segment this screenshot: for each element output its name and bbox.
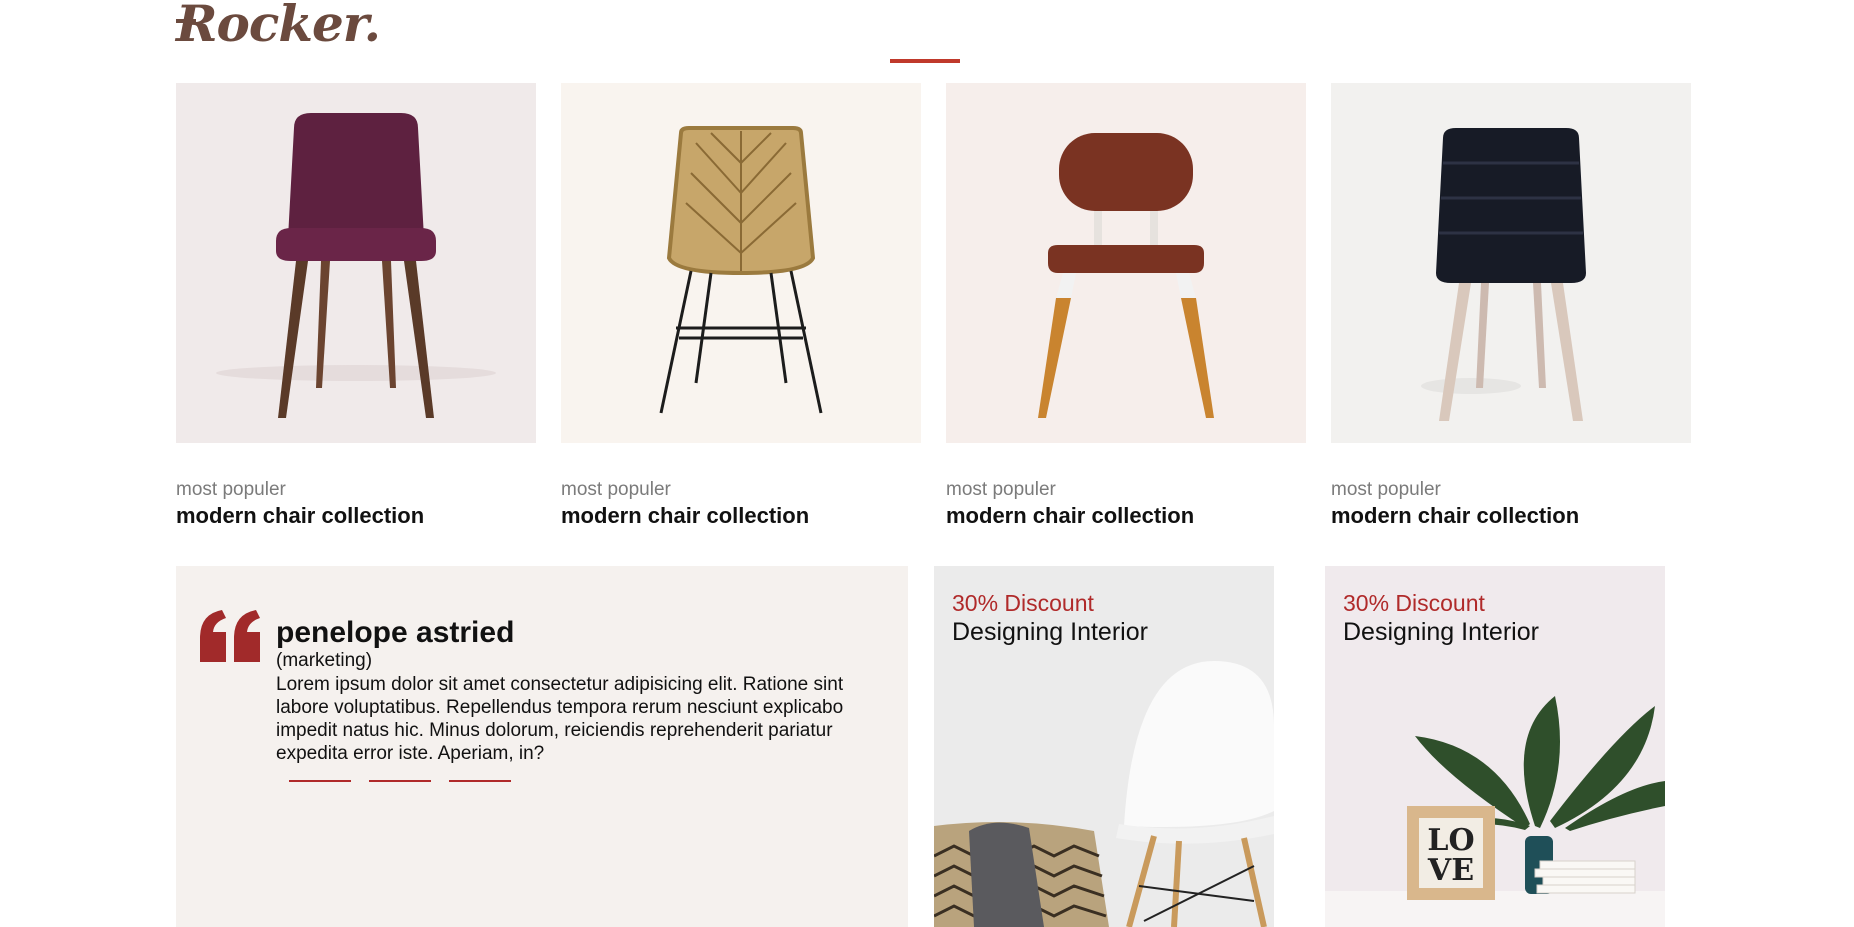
pagination-dot[interactable]: [289, 780, 351, 782]
product-card[interactable]: most populer modern chair collection: [176, 83, 536, 528]
black-chair-image: [1421, 128, 1586, 421]
rattan-chair-image: [659, 126, 823, 414]
logo-bar: [176, 19, 196, 23]
logo-dot: .: [363, 0, 381, 53]
product-subtitle: most populer: [946, 479, 1056, 500]
promo-discount: 30% Discount: [1343, 590, 1485, 616]
promo-title[interactable]: Designing Interior: [1343, 618, 1539, 647]
testimonial-name: penelope astried: [276, 616, 515, 649]
promo-card[interactable]: LO VE 30% Discount Designing Interior: [1325, 566, 1665, 927]
testimonial-body: Lorem ipsum dolor sit amet consectetur a…: [276, 674, 844, 764]
product-subtitle: most populer: [561, 479, 671, 500]
testimonial-card: penelope astried (marketing) Lorem ipsum…: [176, 566, 908, 927]
svg-text:VE: VE: [1427, 853, 1474, 888]
pagination-dot[interactable]: [449, 780, 511, 782]
product-title[interactable]: modern chair collection: [1331, 503, 1579, 529]
product-card[interactable]: most populer modern chair collection: [561, 83, 921, 528]
product-card[interactable]: most populer modern chair collection: [1331, 83, 1691, 528]
brown-chair-image: [1038, 133, 1214, 418]
product-card[interactable]: most populer modern chair collection: [946, 83, 1306, 528]
purple-chair-image: [216, 113, 496, 418]
product-title[interactable]: modern chair collection: [946, 503, 1194, 529]
product-title[interactable]: modern chair collection: [176, 503, 424, 529]
promo-title[interactable]: Designing Interior: [952, 618, 1148, 647]
product-subtitle: most populer: [1331, 479, 1441, 500]
product-image[interactable]: [561, 83, 921, 443]
product-image[interactable]: [176, 83, 536, 443]
brand-logo[interactable]: Rocker.: [176, 0, 381, 53]
product-title[interactable]: modern chair collection: [561, 503, 809, 529]
testimonial-role: (marketing): [276, 650, 373, 671]
logo-text: Rocker: [176, 0, 365, 53]
product-image[interactable]: [1331, 83, 1691, 443]
pagination-dot[interactable]: [369, 780, 431, 782]
quote-icon: [200, 610, 260, 662]
section-underline: [890, 59, 960, 63]
product-subtitle: most populer: [176, 479, 286, 500]
promo-card[interactable]: 30% Discount Designing Interior: [934, 566, 1274, 927]
product-image[interactable]: [946, 83, 1306, 443]
promo-discount: 30% Discount: [952, 590, 1094, 616]
